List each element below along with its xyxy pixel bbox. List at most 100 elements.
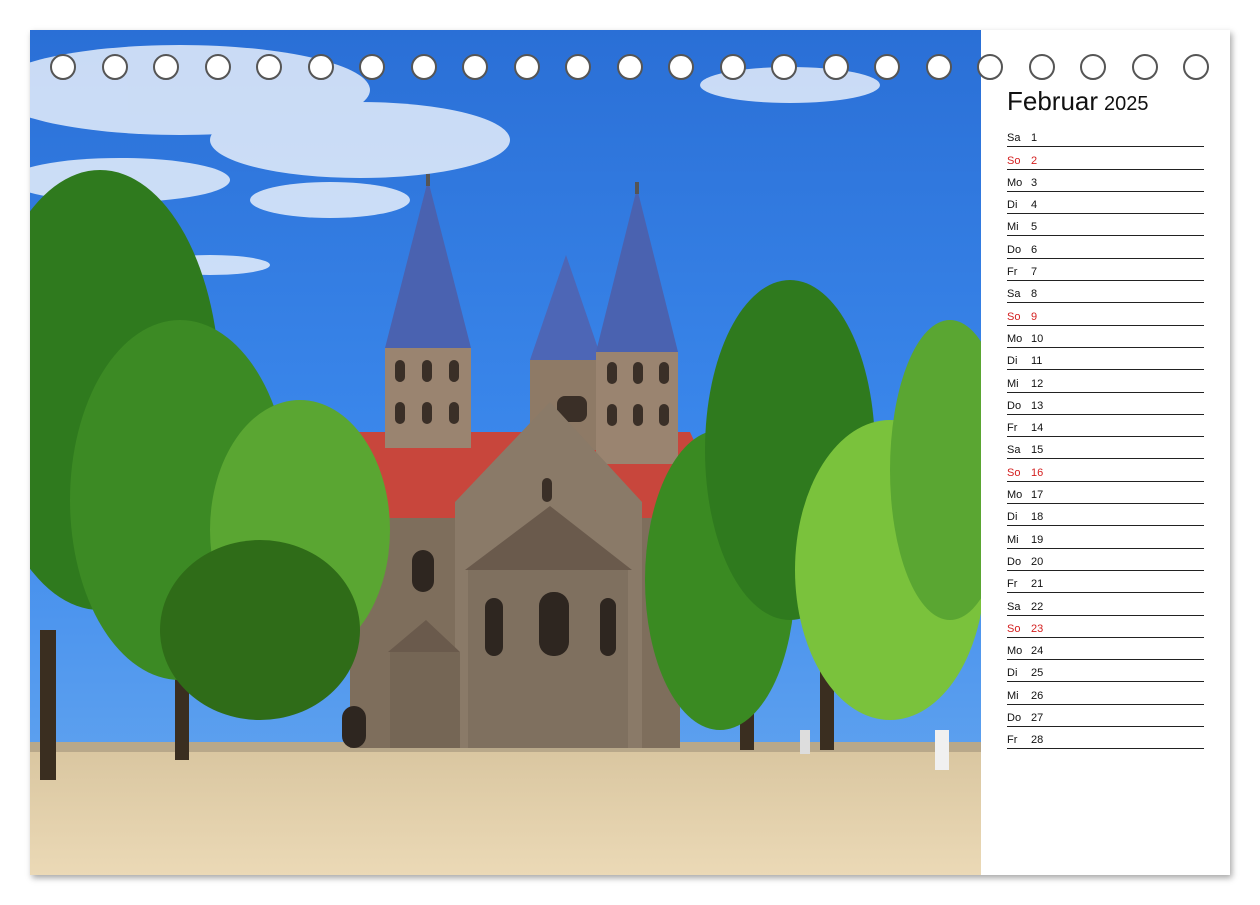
binding-hole (977, 54, 1003, 80)
day-number: 14 (1031, 422, 1044, 435)
binding-hole (1028, 54, 1055, 80)
weekday-label: Di (1007, 511, 1018, 524)
day-row: Fr 7 (1007, 259, 1204, 282)
binding-hole (565, 54, 591, 80)
day-number: 7 (1031, 266, 1038, 279)
weekday-label: Sa (1007, 444, 1021, 457)
binding-hole (101, 54, 128, 80)
day-number: 2 (1031, 154, 1038, 167)
month-title: Februar 2025 (1007, 86, 1149, 117)
day-number: 15 (1031, 444, 1044, 457)
day-number: 23 (1031, 622, 1044, 635)
church-photo (30, 30, 981, 875)
day-number: 6 (1031, 243, 1038, 256)
day-number: 12 (1031, 377, 1044, 390)
day-row: Sa 22 (1007, 593, 1204, 616)
day-list: Sa 1 So 2 Mo 3 Di 4 Mi 5 Do 6 Fr 7 Sa 8 So 9 Mo 10 Di 11 Mi 12 D… (1007, 125, 1204, 750)
day-number: 3 (1031, 176, 1038, 189)
weekday-label: Mi (1007, 689, 1019, 702)
binding-hole (925, 54, 952, 80)
day-row: Mo 17 (1007, 482, 1204, 505)
binding-hole (1131, 54, 1158, 80)
binding-hole (513, 54, 540, 80)
binding-hole (153, 54, 179, 80)
weekday-label: Sa (1007, 132, 1021, 145)
calendar-panel: Februar 2025 Sa 1 So 2 Mo 3 Di 4 Mi 5 Do 6 Fr 7 Sa 8 So 9 M… (981, 30, 1230, 875)
day-number: 28 (1031, 734, 1044, 747)
day-number: 13 (1031, 399, 1044, 412)
day-row: Mi 5 (1007, 214, 1204, 237)
weekday-label: Fr (1007, 578, 1018, 591)
day-row: So 2 (1007, 147, 1204, 170)
binding-hole (307, 54, 334, 80)
weekday-label: Do (1007, 243, 1022, 256)
day-row: Di 25 (1007, 660, 1204, 683)
binding-hole (204, 54, 231, 80)
weekday-label: Do (1007, 399, 1022, 412)
day-row: So 16 (1007, 459, 1204, 482)
binding-hole (1080, 54, 1106, 80)
binding-hole (616, 54, 643, 80)
day-row: Sa 15 (1007, 437, 1204, 460)
day-row: Di 11 (1007, 348, 1204, 371)
binding-hole (771, 54, 797, 80)
day-row: Fr 28 (1007, 727, 1204, 750)
day-number: 26 (1031, 689, 1044, 702)
weekday-label: Sa (1007, 288, 1021, 301)
month-year: 2025 (1104, 93, 1149, 115)
day-row: Mi 26 (1007, 682, 1204, 705)
calendar-page: Februar 2025 Sa 1 So 2 Mo 3 Di 4 Mi 5 Do 6 Fr 7 Sa 8 So 9 M… (30, 30, 1230, 875)
weekday-label: Fr (1007, 734, 1018, 747)
binding-hole (359, 54, 385, 80)
day-row: Mo 3 (1007, 170, 1204, 192)
binding-hole (822, 54, 849, 80)
day-number: 18 (1031, 511, 1044, 524)
weekday-label: Di (1007, 667, 1018, 680)
day-row: Mo 24 (1007, 638, 1204, 661)
weekday-label: Mo (1007, 332, 1023, 345)
binding-hole (719, 54, 746, 80)
binding-hole (874, 54, 900, 80)
day-row: So 23 (1007, 616, 1204, 638)
weekday-label: Do (1007, 712, 1022, 725)
weekday-label: So (1007, 466, 1021, 479)
binding-hole (50, 54, 76, 80)
weekday-label: Mi (1007, 221, 1019, 234)
day-number: 24 (1031, 645, 1044, 658)
day-row: Mi 19 (1007, 526, 1204, 549)
day-row: Mi 12 (1007, 370, 1204, 393)
weekday-label: Fr (1007, 266, 1018, 279)
day-row: Di 4 (1007, 192, 1204, 215)
weekday-label: So (1007, 622, 1021, 635)
weekday-label: Mo (1007, 176, 1023, 189)
weekday-label: Fr (1007, 422, 1018, 435)
weekday-label: Sa (1007, 600, 1021, 613)
day-row: Fr 21 (1007, 571, 1204, 594)
day-number: 5 (1031, 221, 1038, 234)
day-number: 8 (1031, 288, 1038, 301)
day-number: 20 (1031, 555, 1044, 568)
weekday-label: Mo (1007, 645, 1023, 658)
day-number: 4 (1031, 199, 1038, 212)
day-number: 21 (1031, 578, 1044, 591)
weekday-label: Di (1007, 199, 1018, 212)
day-number: 1 (1031, 132, 1038, 145)
day-number: 11 (1031, 355, 1043, 368)
day-number: 22 (1031, 600, 1044, 613)
day-number: 19 (1031, 533, 1044, 546)
weekday-label: So (1007, 310, 1021, 323)
weekday-label: Mi (1007, 533, 1019, 546)
day-number: 10 (1031, 332, 1044, 345)
weekday-label: Mi (1007, 377, 1019, 390)
day-number: 16 (1031, 466, 1044, 479)
binding-hole (256, 54, 282, 80)
weekday-label: Mo (1007, 489, 1023, 502)
month-name: Februar (1007, 86, 1099, 116)
day-row: So 9 (1007, 303, 1204, 326)
day-row: Mo 10 (1007, 326, 1204, 348)
weekday-label: Do (1007, 555, 1022, 568)
church-illustration (30, 30, 981, 875)
binding-hole (668, 54, 694, 80)
weekday-label: Di (1007, 355, 1018, 368)
weekday-label: So (1007, 154, 1021, 167)
